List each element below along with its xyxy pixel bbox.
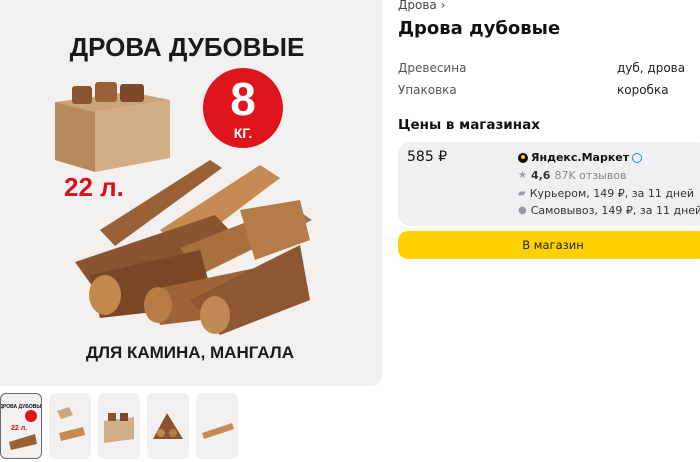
thumbnail-strip: ДРОВА ДУБОВЫЕ 22 л. bbox=[0, 393, 238, 459]
weight-number: 8 bbox=[230, 73, 256, 125]
pickup-row: ● Самовывоз, 149 ₽, за 11 дней bbox=[518, 204, 700, 217]
pin-icon: ● bbox=[518, 205, 527, 216]
pickup-text: Самовывоз, 149 ₽, за 11 дней bbox=[530, 204, 700, 217]
image-headline: ДРОВА ДУБОВЫЕ bbox=[70, 32, 305, 62]
thumbnail-3[interactable] bbox=[98, 393, 140, 459]
box-illustration bbox=[55, 82, 170, 172]
thumb-headline: ДРОВА ДУБОВЫЕ bbox=[1, 404, 42, 410]
spec-label-package: Упаковка bbox=[398, 83, 457, 97]
reviews-count: 87K отзывов bbox=[554, 169, 627, 182]
courier-text: Курьером, 149 ₽, за 11 дней bbox=[529, 187, 695, 200]
offer-card[interactable]: 585 ₽ Яндекс.Маркет ★ 4,6 87K отзывов ▰ … bbox=[398, 142, 700, 226]
thumbnail-5[interactable] bbox=[196, 393, 238, 459]
spec-value-package: коробка bbox=[617, 83, 669, 97]
offer-price: 585 ₽ bbox=[407, 149, 448, 165]
volume-label: 22 л. bbox=[64, 172, 124, 202]
product-main-image[interactable]: ДРОВА ДУБОВЫЕ 8 КГ. 22 л. ДЛЯ КАМИНА, МА… bbox=[0, 0, 382, 386]
verified-icon bbox=[632, 152, 643, 163]
market-logo-icon bbox=[518, 152, 528, 163]
thumbnail-4[interactable] bbox=[147, 393, 189, 459]
thumbnail-2[interactable] bbox=[49, 393, 91, 459]
rating-row[interactable]: ★ 4,6 87K отзывов bbox=[518, 169, 627, 182]
star-icon: ★ bbox=[518, 170, 527, 181]
courier-row: ▰ Курьером, 149 ₽, за 11 дней bbox=[518, 187, 694, 200]
image-footer: ДЛЯ КАМИНА, МАНГАЛА bbox=[86, 343, 294, 362]
thumb-volume: 22 л. bbox=[11, 425, 27, 432]
thumbnail-1[interactable]: ДРОВА ДУБОВЫЕ 22 л. bbox=[0, 393, 42, 459]
go-to-store-button[interactable]: В магазин bbox=[398, 231, 700, 259]
page-title: Дрова дубовые bbox=[398, 18, 561, 39]
shop-label: Яндекс.Маркет bbox=[531, 151, 630, 164]
truck-icon: ▰ bbox=[518, 188, 526, 199]
weight-unit: КГ. bbox=[234, 125, 253, 141]
shop-name[interactable]: Яндекс.Маркет bbox=[518, 151, 643, 164]
spec-value-wood: дуб, дрова bbox=[617, 61, 686, 75]
rating-value: 4,6 bbox=[530, 169, 551, 182]
prices-heading: Цены в магазинах bbox=[398, 117, 540, 133]
breadcrumb[interactable]: Дрова › bbox=[398, 0, 445, 12]
spec-label-wood: Древесина bbox=[398, 61, 467, 75]
